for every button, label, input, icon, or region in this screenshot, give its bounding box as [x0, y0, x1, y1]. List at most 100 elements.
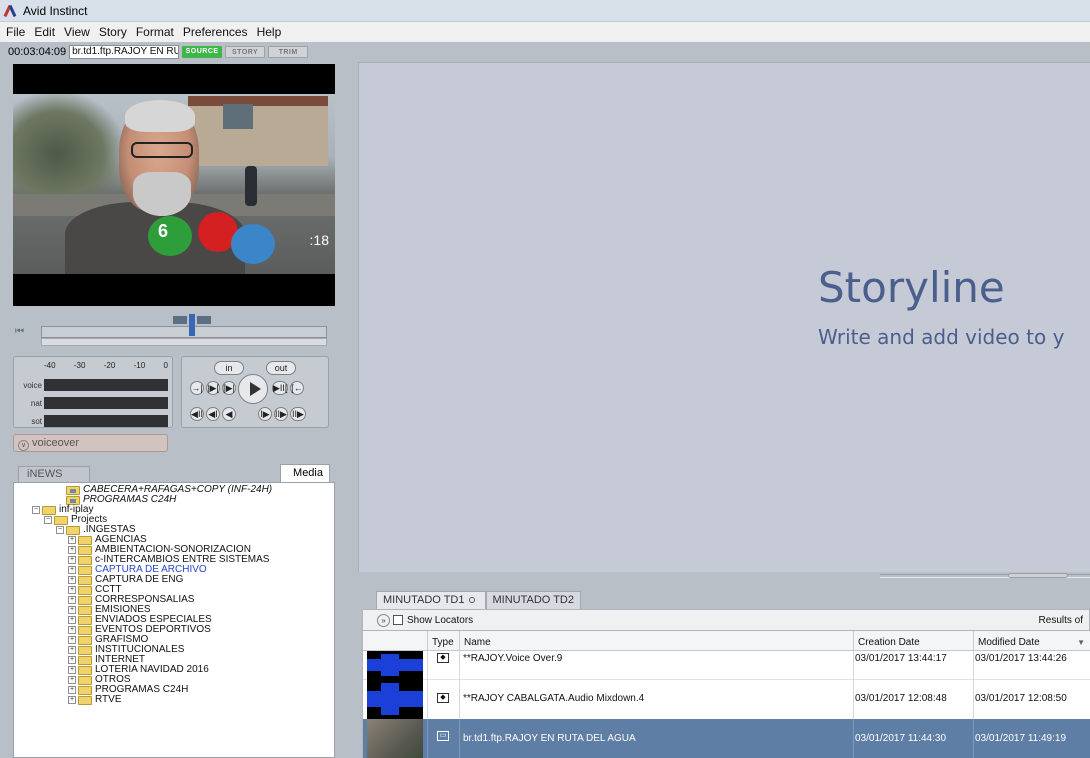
scale-tick: -40	[44, 361, 56, 370]
expand-plus-icon[interactable]: +	[68, 686, 76, 694]
tree-item[interactable]: + RTVE	[14, 695, 334, 705]
tab-media[interactable]: Media	[280, 464, 330, 482]
play-to-out-button[interactable]: ▶II[	[272, 381, 288, 395]
table-row-selected[interactable]: ▭ br.td1.ftp.RAJOY EN RUTA DEL AGUA 03/0…	[363, 719, 1090, 758]
video-person-glasses	[131, 142, 193, 158]
expand-plus-icon[interactable]: +	[68, 626, 76, 634]
play-button[interactable]	[238, 374, 268, 404]
tab-label: MINUTADO TD1	[383, 594, 465, 606]
expand-plus-icon[interactable]: +	[68, 636, 76, 644]
position-indicator[interactable]	[189, 314, 195, 336]
expand-plus-icon[interactable]: +	[68, 696, 76, 704]
tree-item[interactable]: + EVENTOS DEPORTIVOS	[14, 625, 334, 635]
splitter-grip[interactable]	[1008, 573, 1068, 578]
table-header: Type Name Creation Date Modified Date ▼	[363, 631, 1090, 651]
story-mode-button[interactable]: STORY	[225, 46, 266, 58]
step-forward-button[interactable]: I▶	[258, 407, 272, 421]
in-out-markers[interactable]	[173, 314, 213, 340]
step-back-button[interactable]: ◀	[222, 407, 236, 421]
go-to-out-button[interactable]: [←	[290, 381, 304, 395]
fast-forward-more-button[interactable]: II▶	[290, 407, 306, 421]
menu-format[interactable]: Format	[136, 25, 174, 39]
column-separator	[853, 679, 854, 719]
folder-icon	[78, 645, 92, 655]
menu-help[interactable]: Help	[257, 25, 282, 39]
play-in-to-out-button[interactable]: [▶|	[222, 381, 236, 395]
collapse-minus-icon[interactable]: −	[56, 526, 64, 534]
column-name[interactable]: Name	[459, 631, 853, 651]
tree-item[interactable]: − inf-iplay	[14, 505, 334, 515]
table-row[interactable]: ◆ **RAJOY.Voice Over.9 03/01/2017 13:44:…	[363, 651, 1090, 679]
timeline-scrubber[interactable]: ⏮	[13, 314, 335, 350]
storyline-panel[interactable]: Storyline Write and add video to y	[358, 62, 1090, 572]
tree-item[interactable]: + CORRESPONSALIAS	[14, 595, 334, 605]
scale-tick: -20	[103, 361, 116, 370]
column-type[interactable]: Type	[427, 631, 459, 651]
column-separator	[973, 719, 974, 758]
tree-item[interactable]: + INSTITUCIONALES	[14, 645, 334, 655]
expand-plus-icon[interactable]: +	[68, 536, 76, 544]
tree-item[interactable]: − Projects	[14, 515, 334, 525]
column-separator	[427, 651, 428, 679]
column-creation-date[interactable]: Creation Date	[853, 631, 973, 651]
menu-bar: File Edit View Story Format Preferences …	[0, 22, 1090, 42]
folder-icon	[78, 655, 92, 665]
menu-edit[interactable]: Edit	[34, 25, 55, 39]
expand-plus-icon[interactable]: +	[68, 576, 76, 584]
expand-plus-icon[interactable]: +	[68, 616, 76, 624]
expand-plus-icon[interactable]: +	[68, 556, 76, 564]
menu-preferences[interactable]: Preferences	[183, 25, 248, 39]
expand-plus-icon[interactable]: +	[68, 566, 76, 574]
go-to-in-button[interactable]: →|	[190, 381, 204, 395]
mark-out-button[interactable]: out	[266, 361, 296, 375]
panel-splitter[interactable]	[880, 573, 1090, 578]
collapse-minus-icon[interactable]: −	[44, 516, 52, 524]
expand-plus-icon[interactable]: +	[68, 666, 76, 674]
tree-item[interactable]: + LOTERIA NAVIDAD 2016	[14, 665, 334, 675]
voiceover-toggle[interactable]: ∨ voiceover	[13, 434, 168, 452]
fast-forward-button[interactable]: II▶	[274, 407, 288, 421]
tree-item[interactable]: + PROGRAMAS C24H	[14, 685, 334, 695]
tree-item[interactable]: − .INGESTAS	[14, 525, 334, 535]
rewind-fast-button[interactable]: ◀II	[190, 407, 204, 421]
trim-mode-button[interactable]: TRIM	[268, 46, 309, 58]
expand-plus-icon[interactable]: +	[68, 606, 76, 614]
menu-view[interactable]: View	[64, 25, 90, 39]
video-viewer[interactable]: 6 :18	[13, 64, 335, 306]
video-person-hair	[125, 100, 195, 132]
show-locators-label: Show Locators	[407, 614, 474, 626]
folder-icon	[54, 515, 68, 525]
source-mode-button[interactable]: SOURCE	[182, 46, 223, 58]
clip-name-field[interactable]: br.td1.ftp.RAJOY EN RUTA	[69, 45, 180, 59]
tab-minutado-td1[interactable]: MINUTADO TD1	[376, 591, 486, 609]
folder-icon	[66, 525, 80, 535]
table-row[interactable]: ◆ **RAJOY CABALGATA.Audio Mixdown.4 03/0…	[363, 679, 1090, 719]
expand-plus-icon[interactable]: +	[68, 646, 76, 654]
play-in-button[interactable]: |▶[	[206, 381, 220, 395]
row-name: **RAJOY CABALGATA.Audio Mixdown.4	[463, 693, 645, 704]
menu-story[interactable]: Story	[99, 25, 127, 39]
expand-plus-icon[interactable]: +	[68, 586, 76, 594]
mark-in-button[interactable]: in	[214, 361, 244, 375]
mark-in-handle[interactable]	[173, 316, 187, 324]
tab-minutado-td2[interactable]: MINUTADO TD2	[485, 591, 581, 609]
go-to-start-icon[interactable]: ⏮	[15, 326, 24, 337]
meter-scale: -40 -30 -20 -10 0	[18, 361, 168, 375]
avid-logo-icon	[4, 4, 18, 18]
expand-plus-icon[interactable]: +	[68, 596, 76, 604]
bin-toolbar: » Show Locators Results of	[362, 609, 1090, 631]
meter-nat: nat	[18, 395, 168, 411]
expand-icon[interactable]: »	[377, 613, 390, 627]
column-modified-date[interactable]: Modified Date ▼	[973, 631, 1090, 651]
expand-plus-icon[interactable]: +	[68, 656, 76, 664]
show-locators-checkbox[interactable]	[393, 615, 403, 625]
mark-out-handle[interactable]	[197, 316, 211, 324]
tab-inews[interactable]: iNEWS	[18, 466, 90, 482]
scale-tick: -30	[73, 361, 86, 370]
menu-file[interactable]: File	[6, 25, 25, 39]
collapse-minus-icon[interactable]: −	[32, 506, 40, 514]
expand-plus-icon[interactable]: +	[68, 546, 76, 554]
rewind-button[interactable]: ◀I	[206, 407, 220, 421]
tree-item[interactable]: + CAPTURA DE ENG	[14, 575, 334, 585]
expand-plus-icon[interactable]: +	[68, 676, 76, 684]
